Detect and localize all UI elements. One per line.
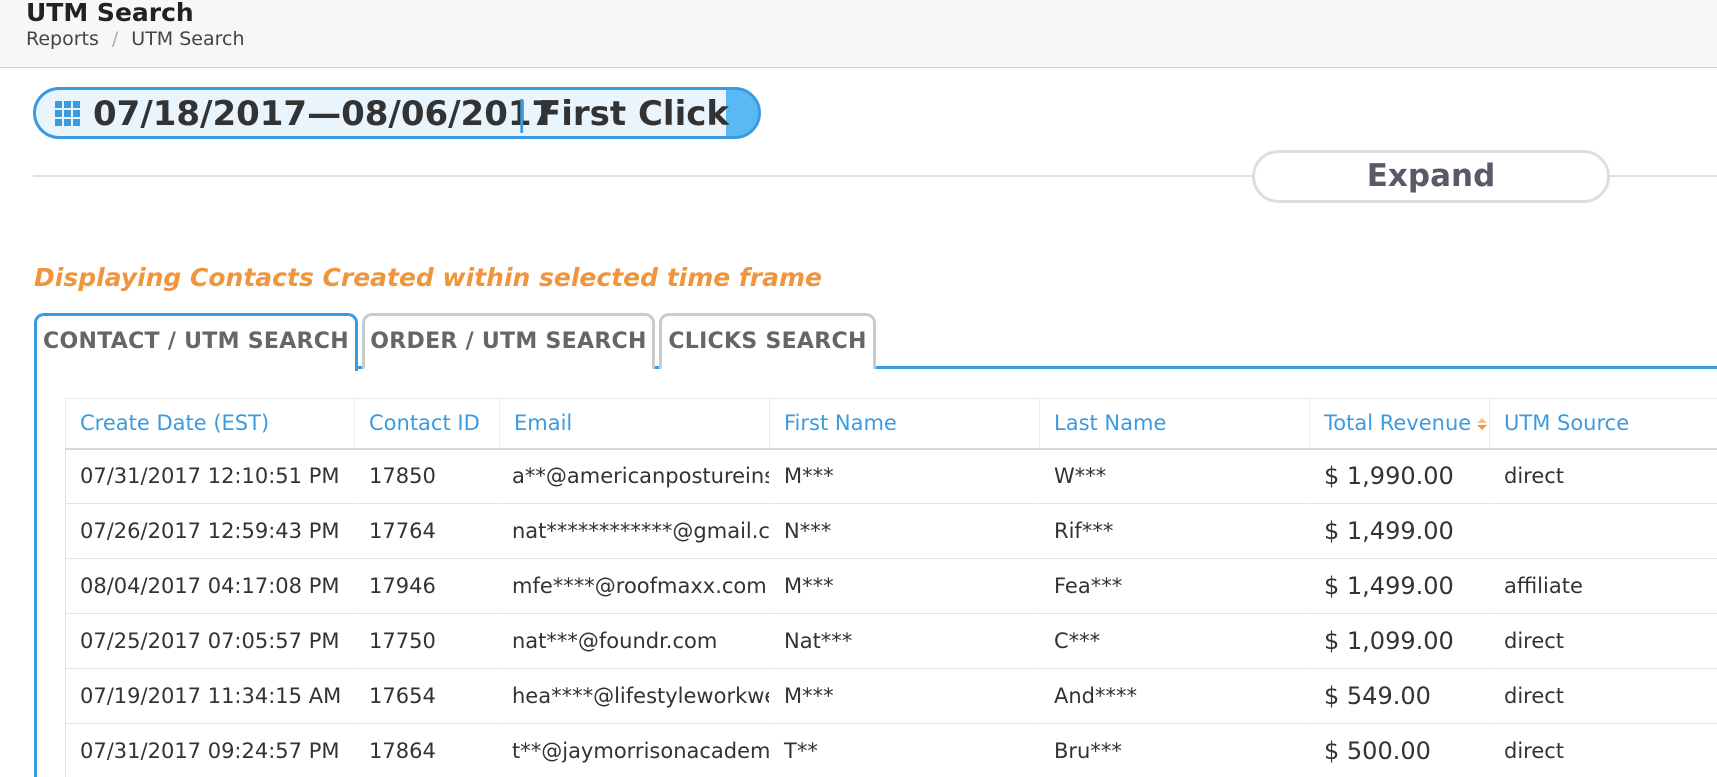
- date-pill-divider: |: [516, 94, 528, 134]
- cell-last-name: Fea***: [1054, 574, 1123, 598]
- column-header-total-revenue-label: Total Revenue: [1324, 411, 1472, 436]
- cell-contact-id: 17946: [369, 574, 436, 598]
- attribution-mode: First Click: [538, 94, 730, 134]
- cell-create-date: 07/31/2017 12:10:51 PM: [65, 448, 355, 504]
- table-row[interactable]: 07/25/2017 07:05:57 PM 17750 nat***@foundr…: [65, 613, 1717, 669]
- tab-contact-utm-search[interactable]: CONTACT / UTM SEARCH: [34, 313, 358, 371]
- tab-order-utm-search[interactable]: ORDER / UTM SEARCH: [362, 313, 655, 369]
- calendar-grid-icon: [55, 101, 80, 126]
- cell-email: t**@jaymorrisonacademy.com: [512, 739, 770, 763]
- cell-email: nat***@foundr.com: [512, 629, 718, 653]
- cell-contact-id: 17864: [369, 739, 436, 763]
- cell-total-revenue: $ 1,499.00: [1324, 572, 1454, 600]
- cell-create-date: 08/04/2017 04:17:08 PM: [65, 558, 355, 614]
- cell-email: mfe****@roofmaxx.com: [512, 574, 767, 598]
- cell-create-date: 07/26/2017 12:59:43 PM: [65, 503, 355, 559]
- cell-last-name: W***: [1054, 464, 1107, 489]
- cell-create-date: 07/19/2017 11:34:15 AM: [65, 668, 355, 724]
- cell-create-date: 07/31/2017 09:24:57 PM: [65, 723, 355, 777]
- column-header-utm-source[interactable]: UTM Source: [1489, 398, 1717, 450]
- column-header-contact-id[interactable]: Contact ID: [354, 398, 500, 450]
- sort-descending-icon: [1477, 418, 1488, 431]
- cell-utm-source: direct: [1504, 684, 1565, 708]
- cell-utm-source: direct: [1504, 629, 1565, 653]
- table-row[interactable]: 07/19/2017 11:34:15 AM 17654 hea****@lifes…: [65, 668, 1717, 724]
- cell-last-name: And****: [1054, 684, 1138, 708]
- column-header-last-name[interactable]: Last Name: [1039, 398, 1310, 450]
- contacts-table: Create Date (EST) Contact ID Email First…: [65, 398, 1717, 777]
- cell-email: nat************@gmail.com: [512, 519, 770, 543]
- table-body: 07/31/2017 12:10:51 PM 17850 a**@americanp…: [65, 448, 1717, 777]
- cell-first-name: M***: [784, 464, 834, 489]
- cell-email: a**@americanpostureinstitute.com: [512, 464, 770, 489]
- cell-last-name: C***: [1054, 629, 1101, 653]
- cell-utm-source: affiliate: [1504, 574, 1583, 598]
- page-title: UTM Search: [26, 0, 194, 27]
- breadcrumb-reports-link[interactable]: Reports: [26, 28, 99, 50]
- cell-first-name: M***: [784, 684, 834, 708]
- breadcrumb-separator: /: [111, 28, 119, 50]
- contacts-table-container[interactable]: Create Date (EST) Contact ID Email First…: [65, 398, 1717, 777]
- date-range-display[interactable]: 07/18/2017—08/06/2017 | First Click: [36, 90, 730, 136]
- column-header-create-date[interactable]: Create Date (EST): [65, 398, 355, 450]
- cell-first-name: M***: [784, 574, 834, 598]
- column-header-first-name[interactable]: First Name: [769, 398, 1040, 450]
- cell-contact-id: 17654: [369, 684, 436, 708]
- cell-contact-id: 17850: [369, 464, 436, 489]
- cell-utm-source: [1490, 504, 1717, 559]
- cell-total-revenue: $ 1,990.00: [1324, 462, 1454, 491]
- column-header-email[interactable]: Email: [499, 398, 770, 450]
- table-row[interactable]: 07/31/2017 09:24:57 PM 17864 t**@jaymorris…: [65, 723, 1717, 777]
- cell-first-name: Nat***: [784, 629, 853, 653]
- cell-email: hea****@lifestyleworkweek.com: [512, 684, 770, 708]
- cell-first-name: T**: [784, 739, 818, 763]
- cell-utm-source: direct: [1504, 464, 1565, 489]
- cell-first-name: N***: [784, 519, 832, 543]
- cell-contact-id: 17764: [369, 519, 436, 543]
- date-range-selector[interactable]: 07/18/2017—08/06/2017 | First Click: [33, 87, 761, 139]
- cell-total-revenue: $ 1,099.00: [1324, 627, 1454, 655]
- breadcrumb: Reports / UTM Search: [26, 28, 245, 50]
- cell-create-date: 07/25/2017 07:05:57 PM: [65, 613, 355, 669]
- table-row[interactable]: 07/26/2017 12:59:43 PM 17764 nat**********…: [65, 503, 1717, 559]
- table-row[interactable]: 08/04/2017 04:17:08 PM 17946 mfe****@roofm…: [65, 558, 1717, 614]
- breadcrumb-current: UTM Search: [131, 28, 245, 50]
- timeframe-notice: Displaying Contacts Created within selec…: [34, 263, 823, 292]
- table-header-row: Create Date (EST) Contact ID Email First…: [65, 398, 1717, 450]
- cell-total-revenue: $ 549.00: [1324, 682, 1431, 710]
- cell-total-revenue: $ 1,499.00: [1324, 517, 1454, 545]
- date-range-text: 07/18/2017—08/06/2017: [93, 94, 556, 134]
- cell-last-name: Bru***: [1054, 739, 1122, 763]
- table-row[interactable]: 07/31/2017 12:10:51 PM 17850 a**@americanp…: [65, 448, 1717, 504]
- cell-utm-source: direct: [1504, 739, 1565, 763]
- expand-button[interactable]: Expand: [1252, 150, 1610, 203]
- top-header: UTM Search Reports / UTM Search: [0, 0, 1717, 68]
- tab-clicks-search[interactable]: CLICKS SEARCH: [659, 313, 876, 369]
- cell-total-revenue: $ 500.00: [1324, 737, 1431, 765]
- cell-contact-id: 17750: [369, 629, 436, 653]
- column-header-total-revenue[interactable]: Total Revenue: [1309, 398, 1490, 450]
- panel-left-border: [34, 369, 37, 777]
- cell-last-name: Rif***: [1054, 519, 1114, 543]
